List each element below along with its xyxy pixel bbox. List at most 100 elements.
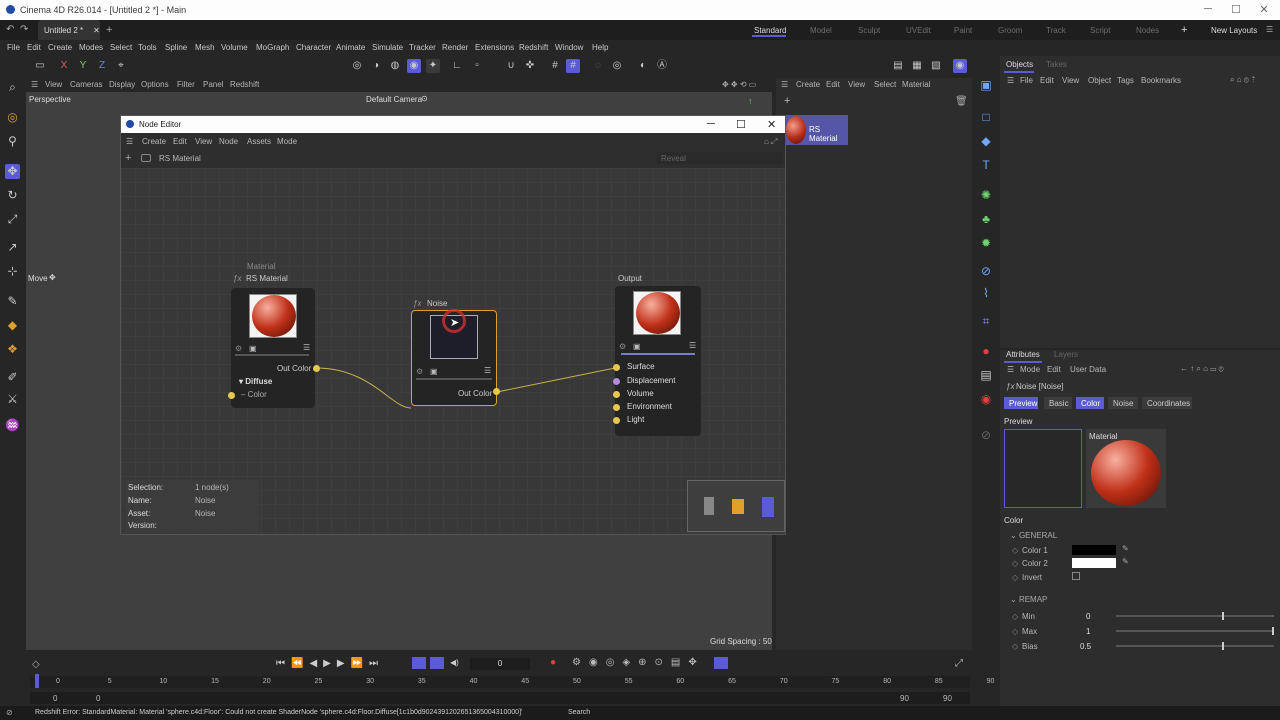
layout-nodes[interactable]: Nodes xyxy=(1136,26,1159,35)
spline-icon[interactable]: ⌇ xyxy=(978,286,994,302)
generator-icon[interactable]: ✺ xyxy=(978,188,994,204)
rs-material-node[interactable]: ⚙ ▣ ☰ Out Color ▾ Diffuse – Color xyxy=(231,288,315,408)
subtab-color[interactable]: Color xyxy=(1076,397,1104,409)
viewport-menu-panel[interactable]: Panel xyxy=(203,80,223,89)
min-slider-knob[interactable] xyxy=(1222,612,1225,620)
layout-model[interactable]: Model xyxy=(810,26,832,35)
range-end[interactable]: 90 xyxy=(900,694,909,703)
output-environment-port[interactable] xyxy=(613,404,620,411)
search-icon[interactable]: ⌕ xyxy=(5,80,20,95)
reveal-input[interactable]: Reveal xyxy=(657,152,783,164)
magnet-icon[interactable]: ∪ xyxy=(504,59,518,73)
paint-icon[interactable]: ◆ xyxy=(5,318,20,333)
sound-icon[interactable]: ◀) xyxy=(450,658,459,667)
sculpt-icon[interactable]: ❖ xyxy=(5,342,20,357)
subtab-preview[interactable]: Preview xyxy=(1004,397,1038,409)
objects-menu-tags[interactable]: Tags xyxy=(1117,76,1134,85)
menu-help[interactable]: Help xyxy=(592,43,608,52)
noise-node-image-icon[interactable]: ▣ xyxy=(430,367,438,376)
menu-create[interactable]: Create xyxy=(48,43,72,52)
color2-picker-icon[interactable]: ✎ xyxy=(1122,557,1129,566)
output-node[interactable]: ⚙ ▣ ☰ Surface Displacement Volume Enviro… xyxy=(615,286,701,436)
min-anim-icon[interactable]: ◇ xyxy=(1012,612,1018,621)
live-selection-icon[interactable]: ⚲ xyxy=(5,134,20,149)
menu-spline[interactable]: Spline xyxy=(165,43,187,52)
node-navigator[interactable] xyxy=(687,480,785,532)
viewport-menu-cameras[interactable]: Cameras xyxy=(70,80,102,89)
menu-redshift[interactable]: Redshift xyxy=(519,43,548,52)
text-icon[interactable]: T xyxy=(978,158,994,174)
max-anim-icon[interactable]: ◇ xyxy=(1012,627,1018,636)
material-menu-view[interactable]: View xyxy=(848,80,865,89)
loop-icon[interactable] xyxy=(412,657,426,669)
output-node-menu-icon[interactable]: ☰ xyxy=(689,341,696,350)
transform-tool-icon[interactable]: ↗ xyxy=(5,240,20,255)
layout-uvedit[interactable]: UVEdit xyxy=(906,26,931,35)
objects-menu-file[interactable]: File xyxy=(1020,76,1033,85)
timeline-expand-icon[interactable]: ⤢ xyxy=(955,658,963,669)
undo-icon[interactable]: ↶ xyxy=(6,24,14,35)
menu-animate[interactable]: Animate xyxy=(336,43,365,52)
viewport-menu-display[interactable]: Display xyxy=(109,80,135,89)
axis-z-button[interactable]: Z xyxy=(95,59,109,73)
key-tools-icons[interactable]: ⚙◉◎◈⊕⊙▤✥ xyxy=(572,657,705,668)
attributes-nav-icons[interactable]: ← ↑ ⌕ ⌂ ▭ ⊚ xyxy=(1180,364,1224,374)
material-menu-create[interactable]: Create xyxy=(796,80,820,89)
subtab-coordinates[interactable]: Coordinates xyxy=(1142,397,1192,409)
redshift-material-icon[interactable]: ● xyxy=(978,344,994,360)
ipr-icon[interactable]: ◉ xyxy=(953,59,967,73)
tab-objects[interactable]: Objects xyxy=(1006,60,1033,69)
cube-icon[interactable]: ◆ xyxy=(978,134,994,150)
preview-range-icon[interactable] xyxy=(430,657,444,669)
playhead[interactable] xyxy=(35,674,39,688)
node-editor-minimize-icon[interactable]: ─ xyxy=(707,118,715,130)
remap-group[interactable]: ⌄ REMAP xyxy=(1010,595,1047,604)
edges-mode-icon[interactable]: ◑ xyxy=(369,59,383,73)
rotate-tool-icon[interactable]: ↻ xyxy=(5,188,20,203)
output-node-settings-icon[interactable]: ⚙ xyxy=(619,342,626,351)
add-node-icon[interactable]: + xyxy=(125,152,131,164)
tab-takes[interactable]: Takes xyxy=(1046,60,1067,69)
noise-node-menu-icon[interactable]: ☰ xyxy=(484,366,491,375)
current-frame-field[interactable]: 0 xyxy=(470,658,530,670)
ne-menu-view[interactable]: View xyxy=(195,137,212,146)
bias-slider-knob[interactable] xyxy=(1222,642,1225,650)
menu-volume[interactable]: Volume xyxy=(221,43,248,52)
deformer-icon[interactable]: ✹ xyxy=(978,236,994,252)
scale-tool-icon[interactable]: ⤢ xyxy=(5,212,20,227)
solo-icon[interactable]: ◌ xyxy=(591,59,605,73)
color2-swatch[interactable] xyxy=(1072,558,1116,568)
menu-tracker[interactable]: Tracker xyxy=(409,43,436,52)
camera-object-icon[interactable]: ▣ xyxy=(978,78,994,94)
invert-anim-icon[interactable]: ◇ xyxy=(1012,573,1018,582)
grid-icon[interactable]: # xyxy=(548,59,562,73)
attributes-menu-edit[interactable]: Edit xyxy=(1047,365,1061,374)
material-menu-edit[interactable]: Edit xyxy=(826,80,840,89)
layout-groom[interactable]: Groom xyxy=(998,26,1022,35)
grid-snap-icon[interactable]: # xyxy=(566,59,580,73)
bias-slider[interactable] xyxy=(1116,645,1274,647)
material-preview[interactable]: Material xyxy=(1086,429,1166,508)
keyframe-icon[interactable]: ◇ xyxy=(32,659,40,670)
ne-menu-assets[interactable]: Assets xyxy=(247,137,271,146)
redo-icon[interactable]: ↷ xyxy=(20,24,28,35)
viewport-nav-icons[interactable]: ✥ ✥ ⟲ ▭ xyxy=(722,80,756,89)
material-menu-select[interactable]: Select xyxy=(874,80,896,89)
render-icon[interactable]: ▤ xyxy=(891,59,905,73)
max-slider[interactable] xyxy=(1116,630,1274,632)
pen-icon[interactable]: ✐ xyxy=(5,370,20,385)
viewport-menu-icon[interactable]: ☰ xyxy=(31,80,38,89)
range-end-2[interactable]: 90 xyxy=(943,694,952,703)
material-node-group[interactable]: ▾ Diffuse xyxy=(239,377,272,386)
noise-preview[interactable] xyxy=(1004,429,1082,508)
tab-attributes[interactable]: Attributes xyxy=(1006,350,1040,359)
min-slider[interactable] xyxy=(1116,615,1274,617)
menu-select[interactable]: Select xyxy=(110,43,132,52)
new-layouts-button[interactable]: New Layouts xyxy=(1211,26,1257,35)
axis-y-button[interactable]: Y xyxy=(76,59,90,73)
node-editor-close-icon[interactable]: ✕ xyxy=(767,118,776,131)
material-menu-material[interactable]: Material xyxy=(902,80,930,89)
polygons-mode-icon[interactable]: ◍ xyxy=(388,59,402,73)
breadcrumb[interactable]: RS Material xyxy=(159,154,201,163)
min-value[interactable]: 0 xyxy=(1086,612,1090,621)
